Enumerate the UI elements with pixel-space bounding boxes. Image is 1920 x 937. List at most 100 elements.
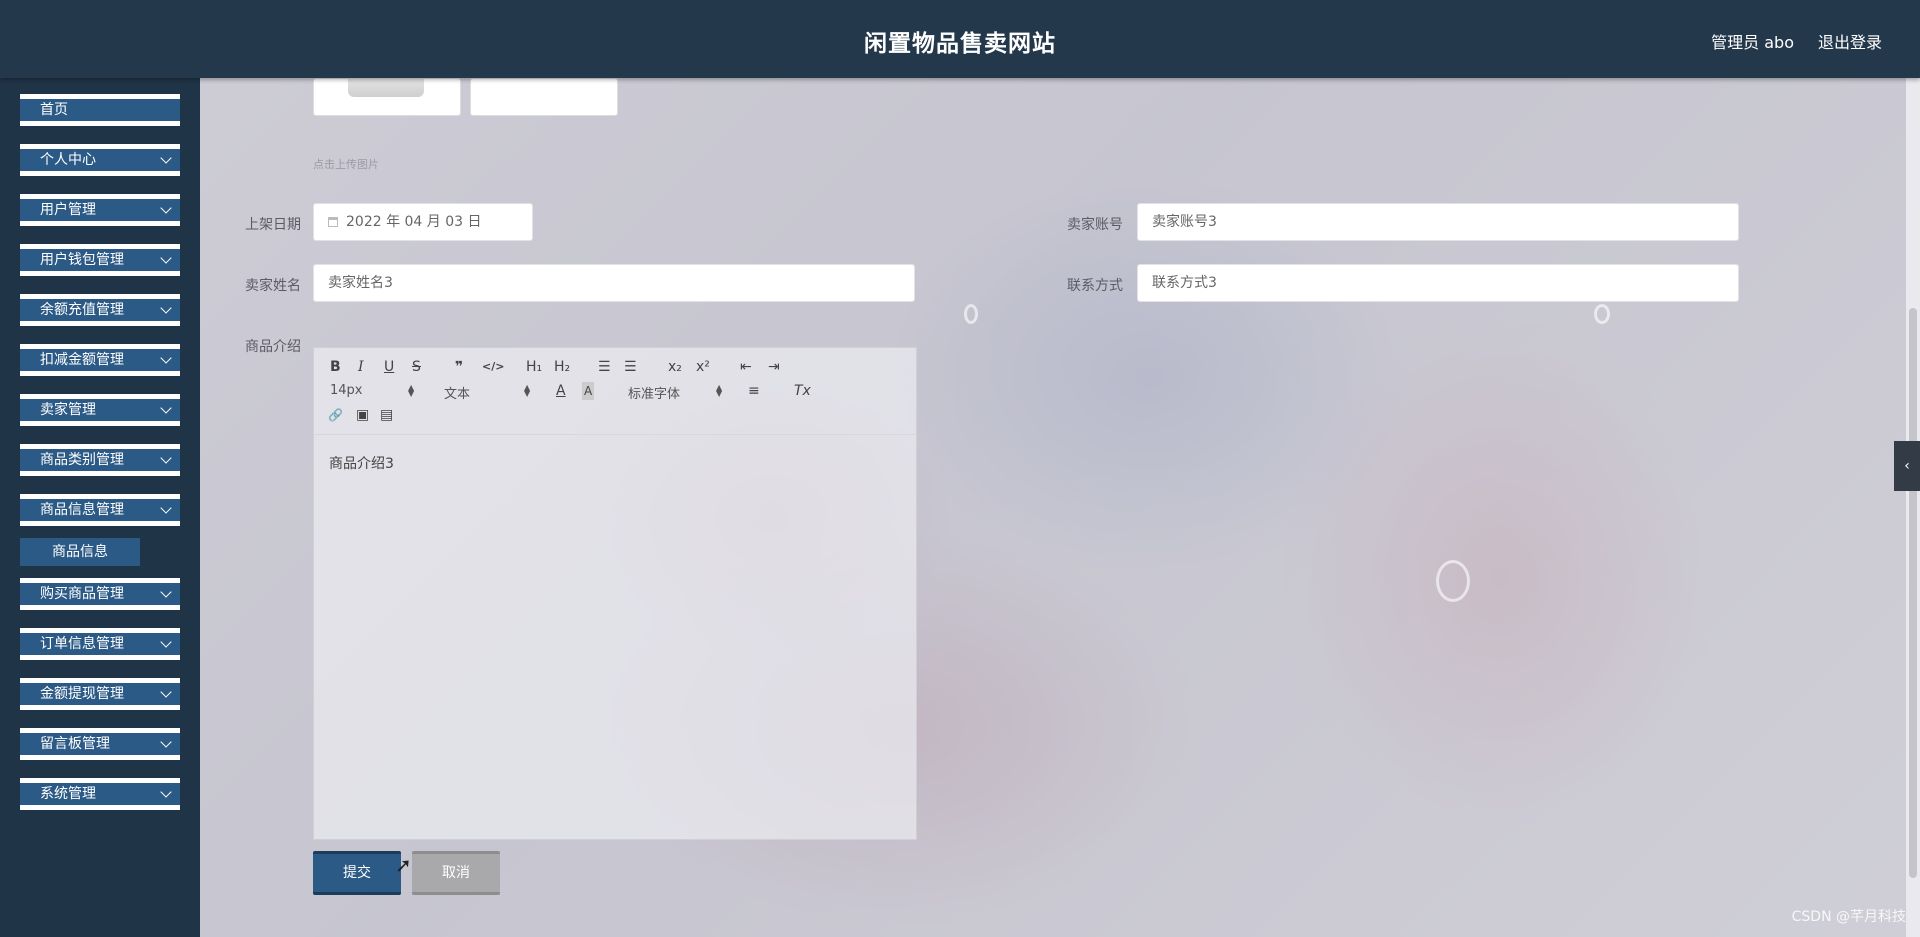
font-size-select[interactable]: 14px ▲ ▼	[330, 383, 416, 398]
sidebar: 首页 个人中心 用户管理 用户钱包管理 余额充值管理 扣减金额管理 卖家管理 商…	[0, 78, 200, 937]
watermark: CSDN @芊月科技	[1791, 909, 1906, 925]
underline-icon[interactable]: U	[384, 358, 394, 376]
align-icon[interactable]: ≡	[748, 382, 760, 400]
upload-image-box[interactable]	[470, 78, 618, 116]
seller-name-input[interactable]: 卖家姓名3	[313, 264, 915, 302]
sidebar-item-system-management[interactable]: 系统管理	[20, 778, 180, 810]
background-color-icon[interactable]: A	[582, 382, 595, 400]
code-block-icon[interactable]: </>	[482, 358, 504, 376]
select-arrow-icon: ▲ ▼	[524, 383, 531, 398]
chevron-down-icon	[160, 252, 172, 264]
chevron-down-icon	[160, 152, 172, 164]
bullet-list-icon[interactable]: ☰	[624, 358, 637, 376]
sidebar-item-label: 卖家管理	[40, 402, 96, 418]
chevron-left-icon: ‹	[1904, 458, 1910, 474]
heading2-icon[interactable]: H₂	[554, 358, 570, 376]
decor-ring	[1436, 560, 1470, 602]
upload-hint[interactable]: 点击上传图片	[313, 156, 379, 172]
seller-account-label: 卖家账号	[1067, 217, 1123, 233]
superscript-icon[interactable]: x²	[696, 358, 710, 376]
indent-icon[interactable]: ⇥	[768, 358, 780, 376]
sidebar-item-label: 个人中心	[40, 152, 96, 168]
sidebar-item-product-management[interactable]: 商品信息管理	[20, 494, 180, 526]
subscript-icon[interactable]: x₂	[668, 358, 682, 376]
block-type-value: 文本	[444, 387, 471, 402]
sidebar-item-seller-management[interactable]: 卖家管理	[20, 394, 180, 426]
sidebar-item-label: 系统管理	[40, 786, 96, 802]
listing-date-input[interactable]: 2022 年 04 月 03 日	[313, 203, 533, 241]
listing-date-label: 上架日期	[245, 217, 301, 233]
cancel-button[interactable]: 取消	[412, 851, 500, 895]
contact-label: 联系方式	[1067, 278, 1123, 294]
font-size-value: 14px	[330, 383, 363, 398]
link-icon[interactable]: 🔗	[328, 406, 343, 424]
sidebar-item-user-management[interactable]: 用户管理	[20, 194, 180, 226]
decor-ring	[964, 304, 978, 324]
outdent-icon[interactable]: ⇤	[740, 358, 752, 376]
site-title: 闲置物品售卖网站	[864, 31, 1056, 57]
select-arrow-icon: ▲ ▼	[408, 383, 415, 398]
current-user-label: 管理员 abo	[1711, 33, 1794, 52]
clear-format-icon[interactable]: Tx	[794, 382, 811, 400]
sidebar-item-withdraw-management[interactable]: 金额提现管理	[20, 678, 180, 710]
strikethrough-icon[interactable]: S	[412, 358, 421, 376]
bold-icon[interactable]: B	[330, 358, 341, 376]
chevron-down-icon	[160, 352, 172, 364]
italic-icon[interactable]: I	[358, 358, 364, 376]
sidebar-item-home[interactable]: 首页	[20, 94, 180, 126]
product-image	[348, 79, 424, 97]
sidebar-item-label: 商品类别管理	[40, 452, 124, 468]
top-header: 闲置物品售卖网站 管理员 abo 退出登录	[0, 0, 1920, 78]
sidebar-item-label: 金额提现管理	[40, 686, 124, 702]
sidebar-item-personal-center[interactable]: 个人中心	[20, 144, 180, 176]
chevron-down-icon	[160, 452, 172, 464]
sidebar-item-wallet-management[interactable]: 用户钱包管理	[20, 244, 180, 276]
sidebar-item-label: 用户管理	[40, 202, 96, 218]
logout-link[interactable]: 退出登录	[1818, 29, 1882, 53]
blockquote-icon[interactable]: ❞	[455, 358, 463, 376]
sidebar-item-recharge-management[interactable]: 余额充值管理	[20, 294, 180, 326]
sidebar-item-label: 扣减金额管理	[40, 352, 124, 368]
listing-date-value: 2022 年 04 月 03 日	[346, 214, 482, 230]
sidebar-item-deduction-management[interactable]: 扣减金额管理	[20, 344, 180, 376]
chevron-down-icon	[160, 686, 172, 698]
collapse-panel-button[interactable]: ‹	[1894, 441, 1920, 491]
main-content: 点击上传图片 上架日期 2022 年 04 月 03 日 卖家账号 卖家账号3 …	[200, 78, 1920, 937]
chevron-down-icon	[160, 636, 172, 648]
select-arrow-icon: ▲ ▼	[716, 383, 723, 398]
sidebar-item-purchase-management[interactable]: 购买商品管理	[20, 578, 180, 610]
uploaded-image-thumbnail[interactable]	[313, 78, 461, 116]
decor-ring	[1594, 304, 1610, 324]
image-icon[interactable]: ▣	[356, 406, 369, 424]
sidebar-item-label: 购买商品管理	[40, 586, 124, 602]
chevron-down-icon	[160, 302, 172, 314]
editor-content[interactable]: 商品介绍3	[329, 453, 394, 473]
chevron-down-icon	[160, 402, 172, 414]
video-icon[interactable]: ▤	[380, 406, 393, 424]
sidebar-item-label: 留言板管理	[40, 736, 110, 752]
sidebar-item-category-management[interactable]: 商品类别管理	[20, 444, 180, 476]
sidebar-item-label: 用户钱包管理	[40, 252, 124, 268]
page-scrollbar[interactable]	[1906, 78, 1920, 937]
block-type-select[interactable]: 文本 ▲ ▼	[444, 383, 531, 403]
product-intro-label: 商品介绍	[245, 339, 301, 355]
chevron-down-icon	[160, 586, 172, 598]
sidebar-item-message-board[interactable]: 留言板管理	[20, 728, 180, 760]
font-color-icon[interactable]: A	[556, 382, 566, 400]
rich-text-editor: B I U S ❞ </> H₁ H₂ ☰ ☰ x₂ x² ⇤ ⇥ 14px ▲…	[313, 347, 917, 840]
sidebar-item-label: 商品信息管理	[40, 502, 124, 518]
font-family-select[interactable]: 标准字体 ▲ ▼	[628, 383, 724, 403]
seller-name-label: 卖家姓名	[245, 278, 301, 294]
sidebar-item-order-management[interactable]: 订单信息管理	[20, 628, 180, 660]
sidebar-item-label: 订单信息管理	[40, 636, 124, 652]
ordered-list-icon[interactable]: ☰	[598, 358, 611, 376]
sidebar-subitem-product-info[interactable]: 商品信息	[20, 538, 140, 566]
contact-input[interactable]: 联系方式3	[1137, 264, 1739, 302]
calendar-icon	[328, 217, 338, 227]
scrollbar-thumb[interactable]	[1909, 308, 1917, 878]
submit-button[interactable]: 提交	[313, 851, 401, 895]
seller-account-input[interactable]: 卖家账号3	[1137, 203, 1739, 241]
heading1-icon[interactable]: H₁	[526, 358, 542, 376]
chevron-down-icon	[160, 786, 172, 798]
chevron-down-icon	[160, 202, 172, 214]
